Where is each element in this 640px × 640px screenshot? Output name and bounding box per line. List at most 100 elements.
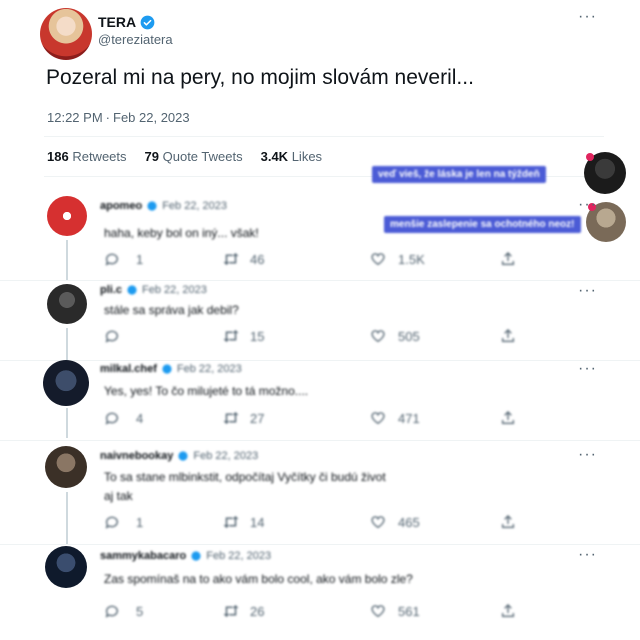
- verified-icon: [178, 451, 188, 461]
- more-icon[interactable]: ···: [578, 546, 597, 564]
- verified-icon: [140, 15, 155, 30]
- reply-author[interactable]: naivnebookay: [100, 450, 173, 462]
- reply-actions: 1 46 1.5K: [104, 251, 524, 269]
- reply-actions: 5 26 561: [104, 603, 524, 621]
- more-icon[interactable]: ···: [578, 8, 597, 26]
- stats-row: 186 Retweets 79 Quote Tweets 3.4K Likes: [47, 149, 322, 164]
- retweet-count: 15: [250, 329, 265, 344]
- reply-text: haha, keby bol on iný... však!: [104, 226, 259, 240]
- author-name[interactable]: TERA: [98, 14, 136, 30]
- more-icon[interactable]: ···: [578, 282, 597, 300]
- reply-avatar[interactable]: [45, 546, 87, 588]
- share-icon[interactable]: [500, 514, 516, 530]
- reply-date[interactable]: Feb 22, 2023: [177, 363, 242, 375]
- reply-icon[interactable]: [104, 603, 120, 619]
- reply-actions: 4 27 471: [104, 410, 524, 428]
- reply-count: 1: [136, 252, 144, 267]
- divider-reply-4: [0, 544, 640, 545]
- divider-reply-1: [0, 280, 640, 281]
- likes-count: 3.4K: [260, 149, 289, 164]
- reply-avatar[interactable]: [45, 446, 87, 488]
- reply-count: 4: [136, 411, 144, 426]
- retweet-count: 27: [250, 411, 265, 426]
- retweet-count: 14: [250, 515, 265, 530]
- retweet-icon[interactable]: [222, 603, 240, 619]
- verified-icon: [127, 285, 137, 295]
- like-count: 465: [398, 515, 420, 530]
- reply-icon[interactable]: [104, 410, 120, 426]
- retweet-count: 26: [250, 604, 265, 619]
- retweets-label: Retweets: [72, 149, 127, 164]
- time-separator: ·: [105, 110, 110, 125]
- retweet-icon[interactable]: [222, 328, 240, 344]
- quotes-count: 79: [144, 149, 159, 164]
- reply-date[interactable]: Feb 22, 2023: [162, 200, 227, 212]
- like-count: 471: [398, 411, 420, 426]
- reply-icon[interactable]: [104, 328, 120, 344]
- reply-date[interactable]: Feb 22, 2023: [142, 284, 207, 296]
- like-count: 505: [398, 329, 420, 344]
- retweets-count: 186: [47, 149, 69, 164]
- divider-top: [44, 136, 604, 137]
- more-icon[interactable]: ···: [578, 360, 597, 378]
- like-count: 1.5K: [398, 252, 425, 267]
- likes-label: Likes: [291, 149, 323, 164]
- quotes-label: Quote Tweets: [162, 149, 243, 164]
- post-date[interactable]: Feb 22, 2023: [113, 110, 190, 125]
- retweet-count: 46: [250, 252, 265, 267]
- verified-icon: [162, 364, 172, 374]
- retweet-icon[interactable]: [222, 410, 240, 426]
- overlay-badge-1: [586, 153, 594, 161]
- overlay-chip-2: menšie zaslepenie sa ochotného neoz!: [384, 216, 581, 233]
- author-handle[interactable]: @tereziatera: [98, 32, 173, 47]
- retweet-icon[interactable]: [222, 514, 240, 530]
- reply-avatar[interactable]: [47, 196, 87, 236]
- verified-icon: [191, 551, 201, 561]
- reply-author[interactable]: milkal.chef: [100, 363, 157, 375]
- post-text: Pozeral mi na pery, no mojim slovám neve…: [46, 66, 474, 89]
- reply-count: 1: [136, 515, 144, 530]
- like-icon[interactable]: [370, 514, 386, 530]
- thread-line: [66, 328, 68, 360]
- reply-author[interactable]: apomeo: [100, 200, 142, 212]
- thread-line: [66, 492, 68, 544]
- quotes-stat[interactable]: 79 Quote Tweets: [145, 149, 243, 164]
- thread-line: [66, 240, 68, 280]
- reply-icon[interactable]: [104, 514, 120, 530]
- share-icon[interactable]: [500, 251, 516, 267]
- like-count: 561: [398, 604, 420, 619]
- reply-avatar[interactable]: [47, 284, 87, 324]
- like-icon[interactable]: [370, 603, 386, 619]
- reply-actions: 15 505: [104, 328, 524, 346]
- author-avatar[interactable]: [40, 8, 92, 60]
- more-icon[interactable]: ···: [578, 446, 597, 464]
- share-icon[interactable]: [500, 328, 516, 344]
- retweets-stat[interactable]: 186 Retweets: [47, 149, 127, 164]
- divider-reply-2: [0, 360, 640, 361]
- reply-text-line2: aj tak: [104, 489, 133, 503]
- divider-reply-3: [0, 440, 640, 441]
- reply-actions: 1 14 465: [104, 514, 524, 532]
- overlay-chip-1: veď vieš, že láska je len na týždeň: [372, 166, 546, 183]
- reply-icon[interactable]: [104, 251, 120, 267]
- share-icon[interactable]: [500, 603, 516, 619]
- more-icon[interactable]: ···: [578, 196, 597, 214]
- reply-text: Zas spomínaš na to ako vám bolo cool, ak…: [104, 572, 413, 586]
- reply-author[interactable]: sammykabacaro: [100, 550, 186, 562]
- reply-text: To sa stane mlbinkstit, odpočítaj Vyčítk…: [104, 470, 386, 484]
- retweet-icon[interactable]: [222, 251, 240, 267]
- post-time[interactable]: 12:22 PM: [47, 110, 103, 125]
- reply-text: Yes, yes! To čo milujeté to tá možno....: [104, 384, 309, 398]
- reply-author[interactable]: pli.c: [100, 284, 122, 296]
- like-icon[interactable]: [370, 410, 386, 426]
- thread-line: [66, 408, 68, 438]
- reply-count: 5: [136, 604, 144, 619]
- like-icon[interactable]: [370, 328, 386, 344]
- likes-stat[interactable]: 3.4K Likes: [261, 149, 322, 164]
- like-icon[interactable]: [370, 251, 386, 267]
- verified-icon: [147, 201, 157, 211]
- share-icon[interactable]: [500, 410, 516, 426]
- reply-avatar[interactable]: [43, 360, 89, 406]
- reply-date[interactable]: Feb 22, 2023: [206, 550, 271, 562]
- reply-date[interactable]: Feb 22, 2023: [193, 450, 258, 462]
